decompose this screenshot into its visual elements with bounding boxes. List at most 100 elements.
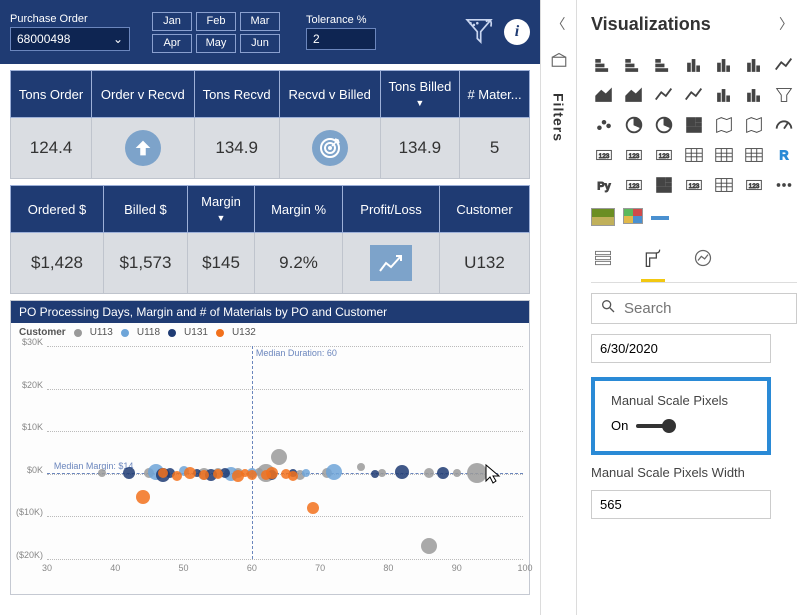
viz-line-icon[interactable] — [771, 52, 797, 78]
chart-point[interactable] — [421, 538, 437, 554]
chart-point[interactable] — [172, 471, 182, 481]
viz-more-icon[interactable] — [771, 172, 797, 198]
viz-paginated-icon[interactable] — [711, 172, 737, 198]
custom-visual-2[interactable] — [623, 208, 643, 224]
viz-stacked-column-icon[interactable] — [711, 52, 737, 78]
viz-waterfall-icon[interactable] — [741, 82, 767, 108]
chart-point[interactable] — [158, 468, 168, 478]
custom-visual-1[interactable] — [591, 208, 615, 226]
chart-point[interactable] — [123, 467, 135, 479]
th-margin[interactable]: Margin▼ — [187, 186, 254, 233]
month-may[interactable]: May — [196, 34, 236, 53]
viz-filled-map-icon[interactable] — [741, 112, 767, 138]
th-customer[interactable]: Customer — [439, 186, 529, 233]
format-search-input[interactable] — [624, 300, 788, 317]
chart-point[interactable] — [247, 470, 257, 480]
chart-point[interactable] — [307, 502, 319, 514]
width-input[interactable] — [591, 490, 771, 519]
viz-line-clustered-icon[interactable] — [651, 82, 677, 108]
chart-point[interactable] — [199, 470, 209, 480]
month-apr[interactable]: Apr — [152, 34, 192, 53]
tab-fields[interactable] — [591, 242, 615, 282]
viz-gauge-icon[interactable] — [771, 112, 797, 138]
chart-plot-area[interactable]: $30K$20K$10K$0K($10K)($20K) Median Margi… — [11, 342, 529, 577]
chart-point[interactable] — [302, 469, 310, 477]
chart-point[interactable] — [378, 469, 386, 477]
viz-stacked-area-icon[interactable] — [621, 82, 647, 108]
format-search[interactable] — [591, 293, 797, 324]
viz-line-stacked-icon[interactable] — [681, 82, 707, 108]
chart-point[interactable] — [326, 464, 342, 480]
scatter-chart[interactable]: PO Processing Days, Margin and # of Mate… — [10, 300, 530, 595]
chart-point[interactable] — [437, 467, 449, 479]
viz-area-icon[interactable] — [591, 82, 617, 108]
viz-table-icon[interactable] — [711, 142, 737, 168]
viz-stacked-bar-icon[interactable] — [591, 52, 617, 78]
month-jan[interactable]: Jan — [152, 12, 192, 31]
viz-multi-card-icon[interactable]: 123 — [621, 142, 647, 168]
viz-treemap-icon[interactable] — [681, 112, 707, 138]
zebra-funnel-icon[interactable] — [462, 13, 496, 52]
viz-card-icon[interactable]: 123 — [591, 142, 617, 168]
viz-scatter-icon[interactable] — [591, 112, 617, 138]
th-recvd-v-billed[interactable]: Recvd v Billed — [279, 71, 380, 118]
date-field[interactable] — [591, 334, 771, 363]
filters-eye-icon[interactable] — [550, 52, 568, 75]
viz-power-apps-icon[interactable]: 123 — [741, 172, 767, 198]
chart-point[interactable] — [184, 467, 196, 479]
viz-slicer-icon[interactable] — [681, 142, 707, 168]
month-jun[interactable]: Jun — [240, 34, 280, 53]
month-feb[interactable]: Feb — [196, 12, 236, 31]
filters-pane-collapsed[interactable]: 〈 Filters — [540, 0, 577, 615]
viz-donut-icon[interactable] — [651, 112, 677, 138]
th-ordered[interactable]: Ordered $ — [11, 186, 104, 233]
th-pl[interactable]: Profit/Loss — [343, 186, 440, 233]
custom-visual-3[interactable] — [651, 216, 669, 220]
viz-r-visual-icon[interactable]: R — [771, 142, 797, 168]
tab-format[interactable] — [641, 242, 665, 282]
viz-py-visual-icon[interactable]: Py — [591, 172, 617, 198]
chart-point[interactable] — [266, 467, 278, 479]
chart-point[interactable] — [288, 471, 298, 481]
viz-pie-icon[interactable] — [621, 112, 647, 138]
viz-matrix-icon[interactable] — [741, 142, 767, 168]
chart-point[interactable] — [136, 490, 150, 504]
tab-analytics[interactable] — [691, 242, 715, 282]
po-select[interactable]: 68000498 ⌄ — [10, 27, 130, 51]
month-mar[interactable]: Mar — [240, 12, 280, 31]
viz-decomp-tree-icon[interactable] — [651, 172, 677, 198]
viz-stacked-column-100-icon[interactable] — [741, 52, 767, 78]
th-tons-order[interactable]: Tons Order — [11, 71, 92, 118]
viz-clustered-bar-icon[interactable] — [621, 52, 647, 78]
viz-map-icon[interactable] — [711, 112, 737, 138]
th-tons-recvd[interactable]: Tons Recvd — [194, 71, 279, 118]
chart-point[interactable] — [98, 469, 106, 477]
viz-clustered-column-icon[interactable] — [681, 52, 707, 78]
th-materials[interactable]: # Mater... — [460, 71, 530, 118]
manual-scale-toggle[interactable]: On — [611, 418, 751, 433]
tolerance-input[interactable] — [306, 28, 376, 50]
chart-point[interactable] — [395, 465, 409, 479]
viz-funnel-icon[interactable] — [771, 82, 797, 108]
expand-filters-icon[interactable]: 〈 — [552, 14, 566, 34]
chart-point[interactable] — [271, 449, 287, 465]
th-order-v-recvd[interactable]: Order v Recvd — [92, 71, 195, 118]
viz-key-influencers-icon[interactable]: 123 — [621, 172, 647, 198]
chart-point[interactable] — [371, 470, 379, 478]
th-billed[interactable]: Billed $ — [103, 186, 187, 233]
metrics-table-1: Tons Order Order v Recvd Tons Recvd Recv… — [10, 70, 530, 179]
chart-point[interactable] — [213, 469, 223, 479]
th-margin-pct[interactable]: Margin % — [255, 186, 343, 233]
collapse-viz-icon[interactable]: 〉 — [775, 10, 797, 38]
chart-point[interactable] — [453, 469, 461, 477]
chart-point[interactable] — [424, 468, 434, 478]
th-tons-billed[interactable]: Tons Billed▼ — [380, 71, 459, 118]
chart-point[interactable] — [357, 463, 365, 471]
viz-qa-icon[interactable]: 123 — [681, 172, 707, 198]
viz-stacked-bar-100-icon[interactable] — [651, 52, 677, 78]
viz-kpi-icon[interactable]: 123 — [651, 142, 677, 168]
info-icon[interactable]: i — [504, 19, 530, 45]
chart-point[interactable] — [467, 463, 487, 483]
toggle-switch[interactable] — [636, 424, 672, 428]
viz-ribbon-icon[interactable] — [711, 82, 737, 108]
